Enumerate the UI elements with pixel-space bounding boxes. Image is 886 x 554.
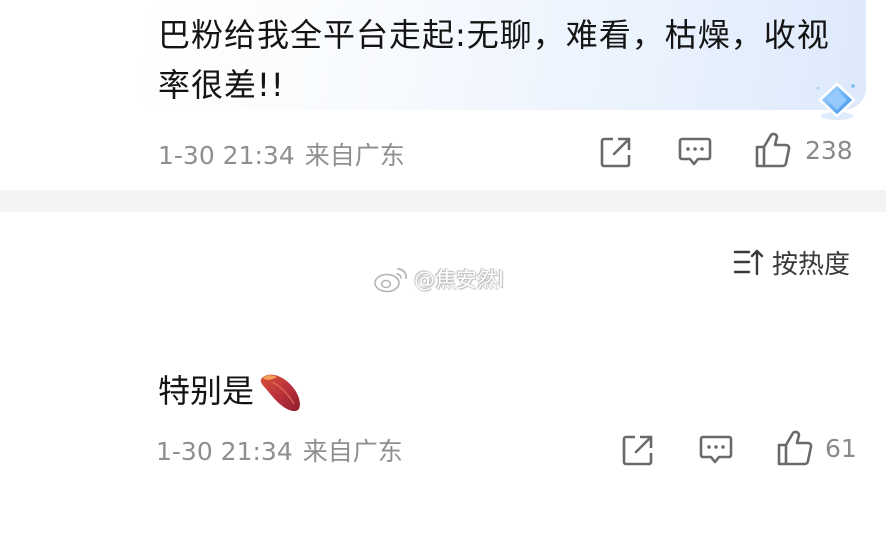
thumbs-up-icon[interactable] (754, 131, 792, 169)
comment-time: 1-30 21:34 (156, 437, 293, 466)
thumbs-up-icon[interactable] (776, 429, 814, 467)
comment-icon[interactable] (677, 135, 713, 169)
comment-item-2: 特别是 (158, 368, 304, 414)
share-icon[interactable] (598, 134, 634, 170)
diamond-badge-icon (816, 82, 856, 120)
sweet-potato-emoji (260, 374, 300, 412)
comment-item-1: 巴粉给我全平台走起:无聊，难看，枯燥，收视率很差!! 1-30 21:34 来自广… (0, 0, 886, 190)
comment-meta: 1-30 21:34 来自广东 (158, 136, 405, 172)
like-count: 61 (825, 434, 857, 463)
watermark-text: @焦安然l (414, 268, 504, 292)
watermark: @焦安然l (372, 262, 504, 296)
sort-icon (733, 249, 764, 276)
comment-icon[interactable] (698, 433, 734, 467)
comment-location: 来自广东 (304, 141, 405, 170)
comment-time: 1-30 21:34 (158, 141, 295, 170)
comment-location: 来自广东 (302, 437, 403, 466)
sort-label: 按热度 (772, 249, 851, 280)
comment-text: 特别是 (158, 372, 255, 410)
share-icon[interactable] (620, 432, 656, 468)
sort-by-hot-button[interactable]: 按热度 (732, 244, 850, 280)
like-count: 238 (805, 136, 853, 165)
comment-meta: 1-30 21:34 来自广东 (156, 432, 403, 468)
weibo-logo-icon (374, 268, 407, 293)
section-separator (0, 190, 886, 212)
comment-text: 巴粉给我全平台走起:无聊，难看，枯燥，收视率很差!! (158, 16, 830, 104)
